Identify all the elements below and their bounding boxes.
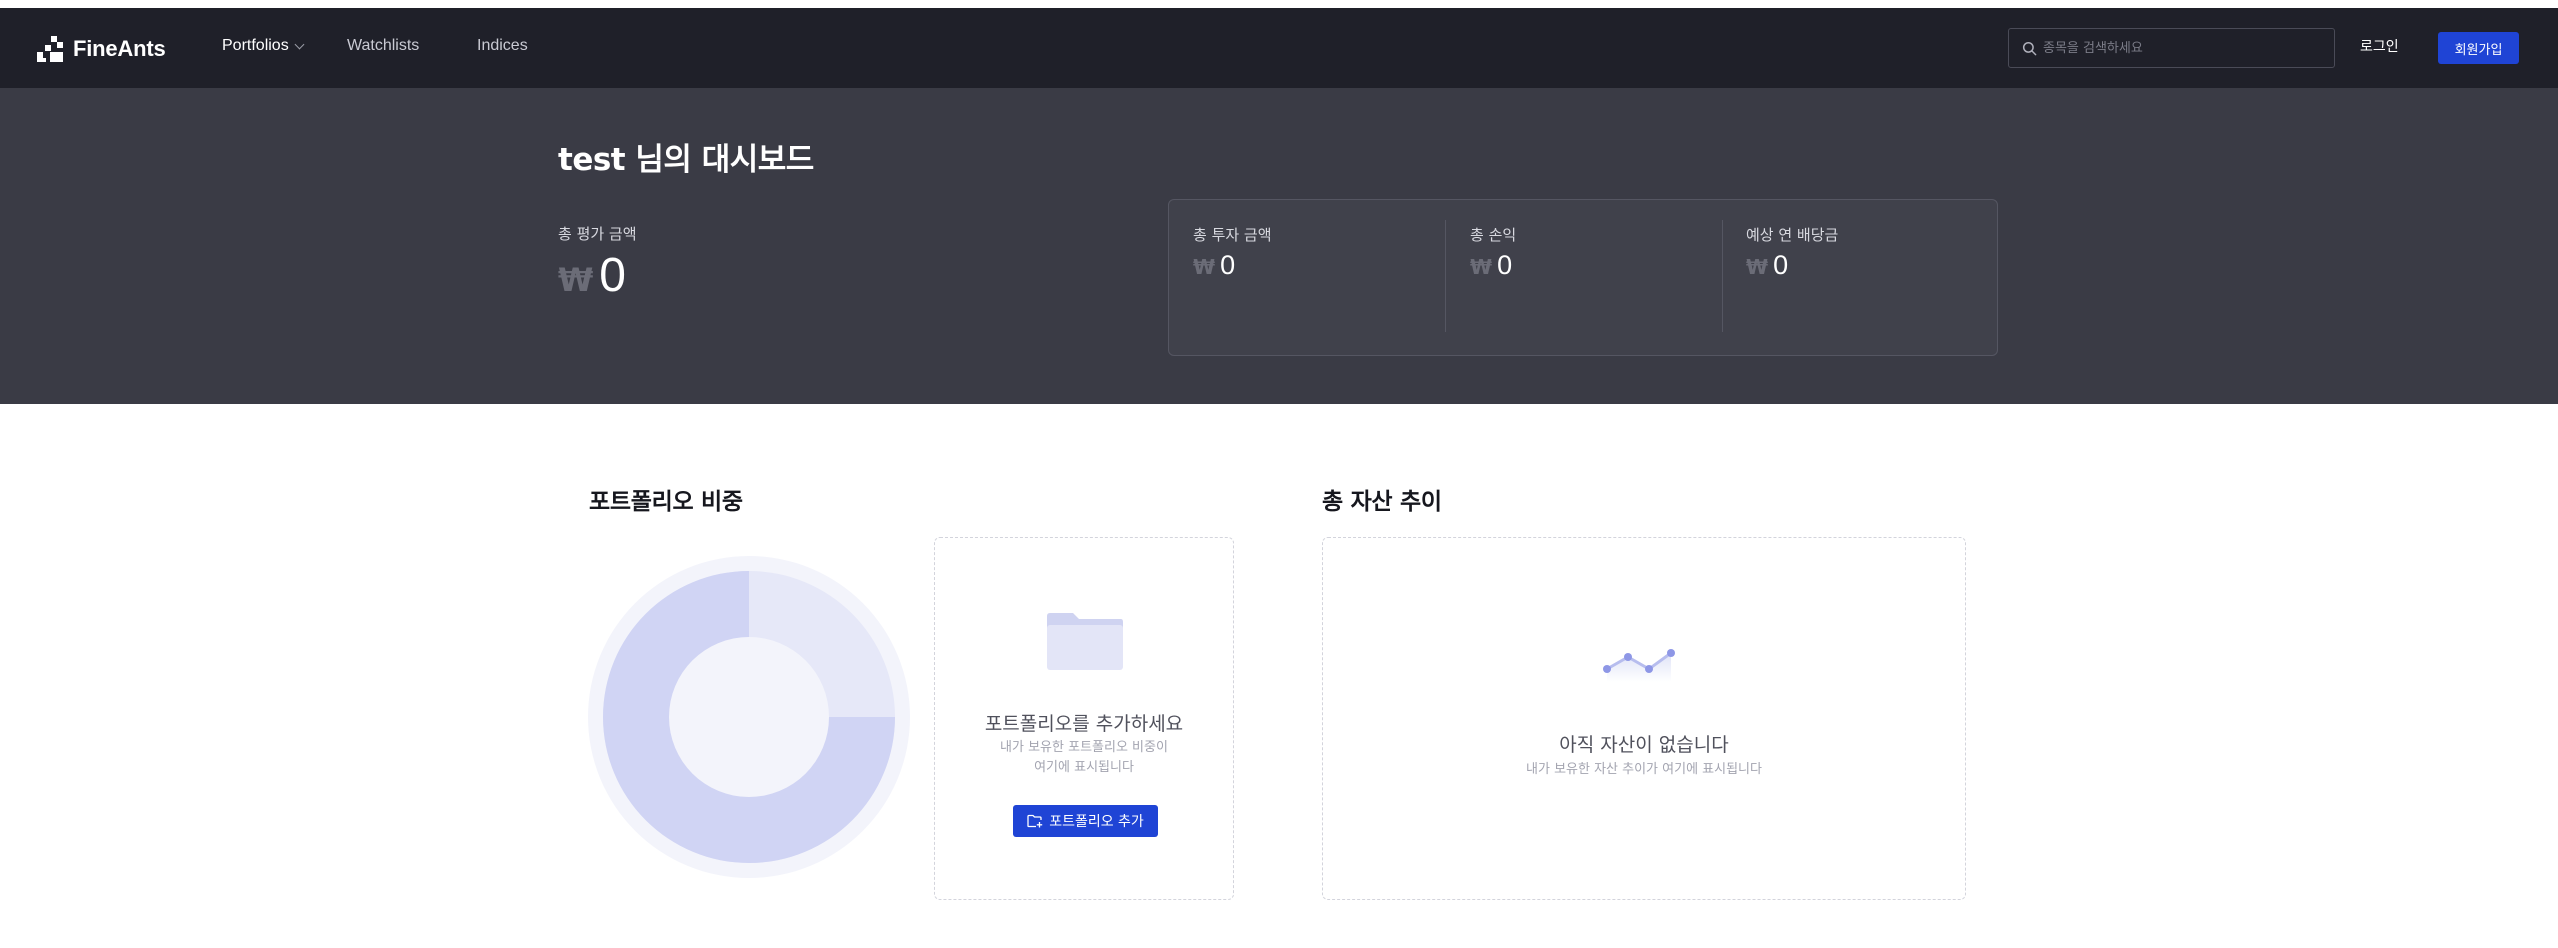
total-eval-amount: ₩ 0 bbox=[558, 248, 626, 303]
dashboard-title: test 님의 대시보드 bbox=[558, 142, 814, 178]
nav-portfolios[interactable]: Portfolios bbox=[222, 37, 305, 55]
folder-icon bbox=[1047, 613, 1123, 670]
brand-logo[interactable]: FineAnts bbox=[37, 34, 166, 64]
nav-watchlists[interactable]: Watchlists bbox=[347, 37, 419, 55]
stat-divider bbox=[1722, 220, 1723, 332]
won-symbol: ₩ bbox=[1193, 255, 1216, 279]
login-button[interactable]: 로그인 bbox=[2360, 36, 2399, 56]
stat-expected-dividend: 예상 연 배당금 ₩ 0 bbox=[1746, 200, 1996, 357]
asset-empty-desc: 내가 보유한 자산 추이가 여기에 표시됩니다 bbox=[1526, 762, 1762, 777]
asset-empty-title: 아직 자산이 없습니다 bbox=[1559, 734, 1729, 756]
asset-trend-empty-card: 아직 자산이 없습니다 내가 보유한 자산 추이가 여기에 표시됩니다 bbox=[1322, 537, 1966, 900]
stock-search[interactable] bbox=[2008, 28, 2335, 68]
dashboard-hero: test 님의 대시보드 총 평가 금액 ₩ 0 총 투자 금액 ₩ 0 총 손… bbox=[0, 88, 2558, 404]
stat-label: 총 투자 금액 bbox=[1193, 226, 1272, 244]
stats-panel: 총 투자 금액 ₩ 0 총 손익 ₩ 0 예상 연 배당금 ₩ 0 bbox=[1168, 199, 1998, 356]
portfolio-empty-card: 포트폴리오를 추가하세요 내가 보유한 포트폴리오 비중이 여기에 표시됩니다 … bbox=[934, 537, 1234, 900]
add-portfolio-button[interactable]: 포트폴리오 추가 bbox=[1013, 805, 1158, 837]
stat-total-investment: 총 투자 금액 ₩ 0 bbox=[1193, 200, 1443, 357]
total-eval-label: 총 평가 금액 bbox=[558, 225, 637, 243]
stat-label: 총 손익 bbox=[1470, 226, 1517, 244]
portfolio-empty-desc-2: 여기에 표시됩니다 bbox=[1034, 760, 1134, 775]
chevron-down-icon bbox=[294, 39, 305, 49]
nav-indices-label: Indices bbox=[477, 37, 528, 54]
won-symbol: ₩ bbox=[1470, 255, 1493, 279]
search-input[interactable] bbox=[2043, 40, 2334, 56]
asset-trend-title: 총 자산 추이 bbox=[1322, 489, 1442, 515]
nav-indices[interactable]: Indices bbox=[477, 37, 528, 55]
stat-number: 0 bbox=[1497, 250, 1513, 280]
won-symbol: ₩ bbox=[558, 261, 594, 299]
top-navbar: FineAnts Portfolios Watchlists Indices 로… bbox=[0, 8, 2558, 88]
total-eval-value: 0 bbox=[599, 249, 626, 302]
stat-value: ₩ 0 bbox=[1470, 250, 1512, 281]
logo-icon bbox=[37, 36, 63, 62]
won-symbol: ₩ bbox=[1746, 255, 1769, 279]
stat-number: 0 bbox=[1773, 250, 1789, 280]
stat-label: 예상 연 배당금 bbox=[1746, 226, 1839, 244]
folder-add-icon bbox=[1027, 814, 1043, 828]
signup-button[interactable]: 회원가입 bbox=[2438, 32, 2519, 64]
nav-portfolios-label: Portfolios bbox=[222, 37, 289, 54]
portfolio-ratio-title: 포트폴리오 비중 bbox=[589, 489, 743, 515]
line-chart-icon bbox=[1603, 649, 1675, 682]
portfolio-donut-placeholder bbox=[588, 556, 910, 878]
top-strip bbox=[0, 0, 2558, 8]
stat-number: 0 bbox=[1220, 250, 1236, 280]
nav-watchlists-label: Watchlists bbox=[347, 37, 420, 54]
portfolio-empty-desc-1: 내가 보유한 포트폴리오 비중이 bbox=[1000, 740, 1168, 755]
stat-divider bbox=[1445, 220, 1446, 332]
stat-total-pnl: 총 손익 ₩ 0 bbox=[1470, 200, 1720, 357]
add-portfolio-label: 포트폴리오 추가 bbox=[1049, 814, 1144, 830]
stat-value: ₩ 0 bbox=[1193, 250, 1235, 281]
search-icon bbox=[2022, 41, 2037, 56]
portfolio-empty-title: 포트폴리오를 추가하세요 bbox=[984, 713, 1184, 735]
stat-value: ₩ 0 bbox=[1746, 250, 1788, 281]
brand-name: FineAnts bbox=[73, 36, 166, 61]
